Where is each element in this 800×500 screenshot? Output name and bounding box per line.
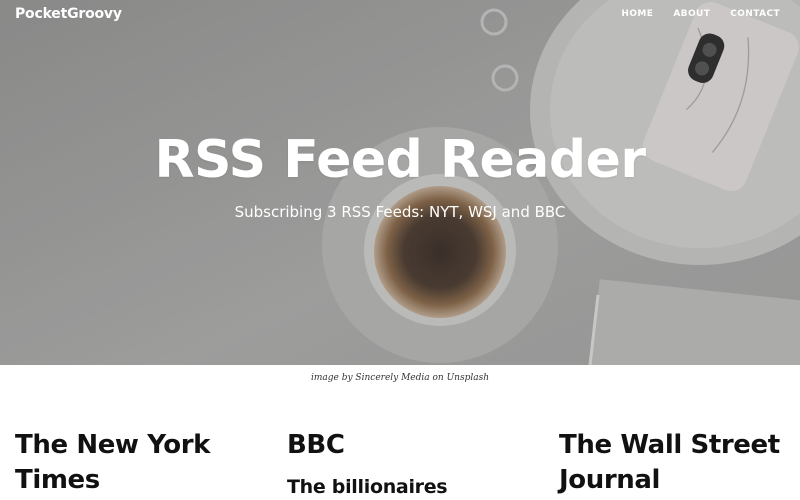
feed-column-wsj: The Wall Street Journal (559, 428, 789, 498)
image-credit-caption: image by Sincerely Media on Unsplash (311, 373, 489, 383)
top-navbar: PocketGroovy HOME ABOUT CONTACT (0, 0, 800, 30)
feed-title: The Wall Street Journal (559, 430, 780, 495)
nav-link-about[interactable]: ABOUT (663, 9, 720, 19)
feed-column-nyt: The New York Times (15, 428, 245, 498)
hero-section: PocketGroovy HOME ABOUT CONTACT RSS Feed… (0, 0, 800, 365)
feed-title: BBC (287, 430, 345, 460)
feed-column-bbc: BBC The billionaires (287, 428, 517, 499)
brand-logo[interactable]: PocketGroovy (15, 6, 122, 22)
nav-link-contact[interactable]: CONTACT (720, 9, 790, 19)
nav-link-home[interactable]: HOME (611, 9, 663, 19)
feed-item-title[interactable]: The billionaires (287, 475, 517, 499)
nav-links: HOME ABOUT CONTACT (611, 9, 790, 19)
page-title: RSS Feed Reader (154, 130, 646, 190)
page-subtitle: Subscribing 3 RSS Feeds: NYT, WSJ and BB… (234, 203, 566, 221)
feed-title: The New York Times (15, 430, 211, 495)
